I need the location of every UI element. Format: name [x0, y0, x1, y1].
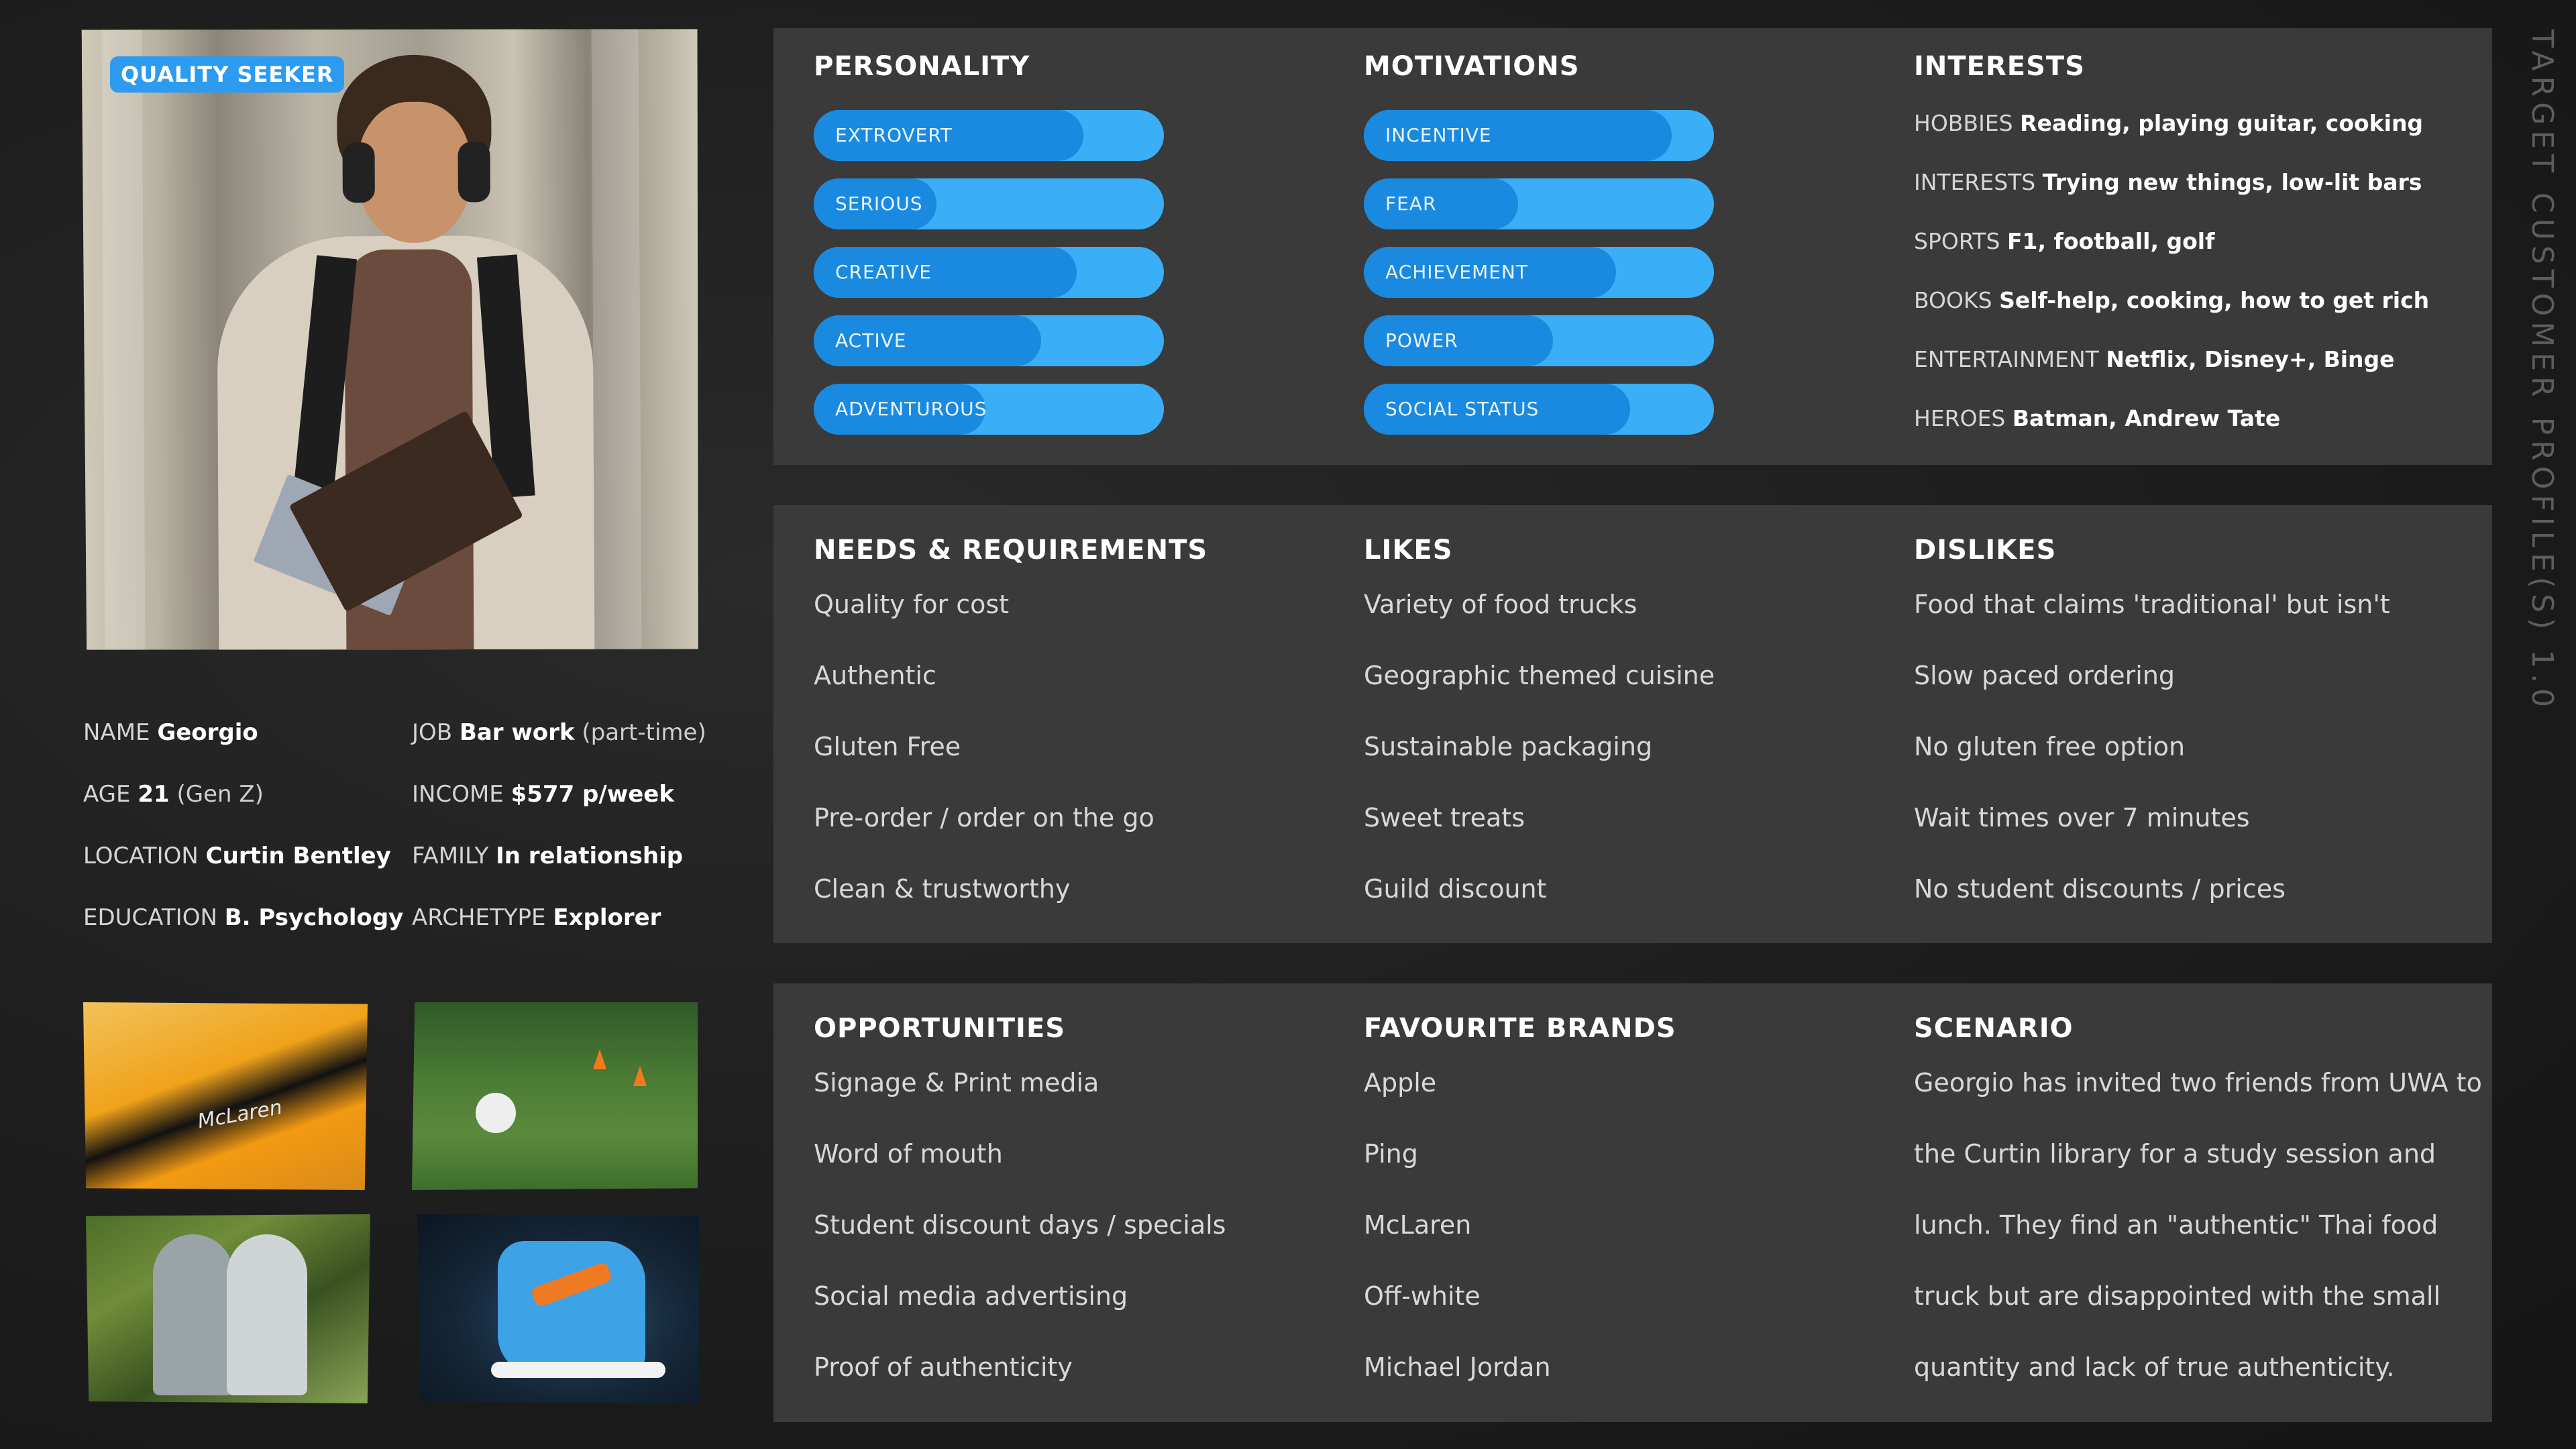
scenario-line: quantity and lack of true authenticity. — [1914, 1352, 2395, 1382]
list-item: Wait times over 7 minutes — [1914, 803, 2250, 833]
dislikes-heading: DISLIKES — [1914, 535, 2057, 566]
sneaker-image — [417, 1214, 699, 1403]
list-item: McLaren — [1364, 1210, 1472, 1240]
football-image — [412, 1002, 698, 1190]
likes-heading: LIKES — [1364, 535, 1453, 566]
scenario-line: truck but are disappointed with the smal… — [1914, 1281, 2441, 1311]
interest-row: HEROES Batman, Andrew Tate — [1914, 405, 2281, 431]
personality-bar: SERIOUS — [814, 178, 1164, 229]
profile-age: AGE 21 (Gen Z) — [83, 781, 264, 808]
profile-family: FAMILY In relationship — [412, 843, 684, 869]
opportunities-heading: OPPORTUNITIES — [814, 1013, 1066, 1044]
motivation-bar: SOCIAL STATUS — [1364, 384, 1714, 435]
personality-bar: EXTROVERT — [814, 110, 1164, 161]
list-item: Signage & Print media — [814, 1068, 1099, 1097]
interest-row: ENTERTAINMENT Netflix, Disney+, Binge — [1914, 346, 2395, 372]
personality-bar: ADVENTUROUS — [814, 384, 1164, 435]
list-item: Proof of authenticity — [814, 1352, 1073, 1382]
list-item: Guild discount — [1364, 874, 1547, 904]
list-item: Ping — [1364, 1139, 1418, 1169]
list-item: Geographic themed cuisine — [1364, 661, 1715, 690]
profile-location: LOCATION Curtin Bentley — [83, 843, 391, 869]
scenario-line: the Curtin library for a study session a… — [1914, 1139, 2436, 1169]
personality-bar: ACTIVE — [814, 315, 1164, 366]
list-item: Apple — [1364, 1068, 1437, 1097]
list-item: Food that claims 'traditional' but isn't — [1914, 590, 2390, 619]
persona-photo — [82, 27, 701, 653]
list-item: Gluten Free — [814, 732, 961, 761]
profile-archetype: ARCHETYPE Explorer — [412, 904, 661, 931]
list-item: Word of mouth — [814, 1139, 1003, 1169]
list-item: Social media advertising — [814, 1281, 1128, 1311]
needs-heading: NEEDS & REQUIREMENTS — [814, 535, 1208, 566]
list-item: Sweet treats — [1364, 803, 1525, 833]
list-item: Quality for cost — [814, 590, 1010, 619]
motivation-bar: FEAR — [1364, 178, 1714, 229]
interests-heading: INTERESTS — [1914, 51, 2085, 82]
list-item: Variety of food trucks — [1364, 590, 1638, 619]
motivation-bar: INCENTIVE — [1364, 110, 1714, 161]
profile-education: EDUCATION B. Psychology — [83, 904, 404, 931]
list-item: Off-white — [1364, 1281, 1481, 1311]
interest-row: INTERESTS Trying new things, low-lit bar… — [1914, 169, 2422, 195]
profile-income: INCOME $577 p/week — [412, 781, 674, 808]
interest-row: SPORTS F1, football, golf — [1914, 228, 2215, 254]
preferences-panel: NEEDS & REQUIREMENTS Quality for cost Au… — [773, 505, 2492, 943]
list-item: Sustainable packaging — [1364, 732, 1653, 761]
scenario-heading: SCENARIO — [1914, 1013, 2074, 1044]
profile-name: NAME Georgio — [83, 719, 258, 746]
interest-row: HOBBIES Reading, playing guitar, cooking — [1914, 110, 2424, 136]
motivations-heading: MOTIVATIONS — [1364, 51, 1580, 82]
strategy-panel: OPPORTUNITIES Signage & Print media Word… — [773, 983, 2492, 1422]
persona-badge: QUALITY SEEKER — [110, 56, 345, 93]
students-image — [86, 1214, 370, 1403]
traits-panel: PERSONALITY EXTROVERT SERIOUS CREATIVE A… — [773, 28, 2492, 465]
page-title: TARGET CUSTOMER PROFILE(S) 1.0 — [2525, 30, 2559, 713]
list-item: Pre-order / order on the go — [814, 803, 1155, 833]
mclaren-car-image: McLaren — [83, 1002, 368, 1190]
personality-bar: CREATIVE — [814, 247, 1164, 298]
brands-heading: FAVOURITE BRANDS — [1364, 1013, 1676, 1044]
motivation-bar: POWER — [1364, 315, 1714, 366]
scenario-line: Georgio has invited two friends from UWA… — [1914, 1068, 2482, 1097]
profile-job: JOB Bar work (part-time) — [412, 719, 706, 746]
list-item: No student discounts / prices — [1914, 874, 2286, 904]
motivation-bar: ACHIEVEMENT — [1364, 247, 1714, 298]
list-item: Student discount days / specials — [814, 1210, 1226, 1240]
list-item: No gluten free option — [1914, 732, 2186, 761]
list-item: Clean & trustworthy — [814, 874, 1071, 904]
interest-row: BOOKS Self-help, cooking, how to get ric… — [1914, 287, 2430, 313]
personality-heading: PERSONALITY — [814, 51, 1030, 82]
scenario-line: lunch. They find an "authentic" Thai foo… — [1914, 1210, 2438, 1240]
list-item: Michael Jordan — [1364, 1352, 1551, 1382]
list-item: Authentic — [814, 661, 936, 690]
list-item: Slow paced ordering — [1914, 661, 2176, 690]
